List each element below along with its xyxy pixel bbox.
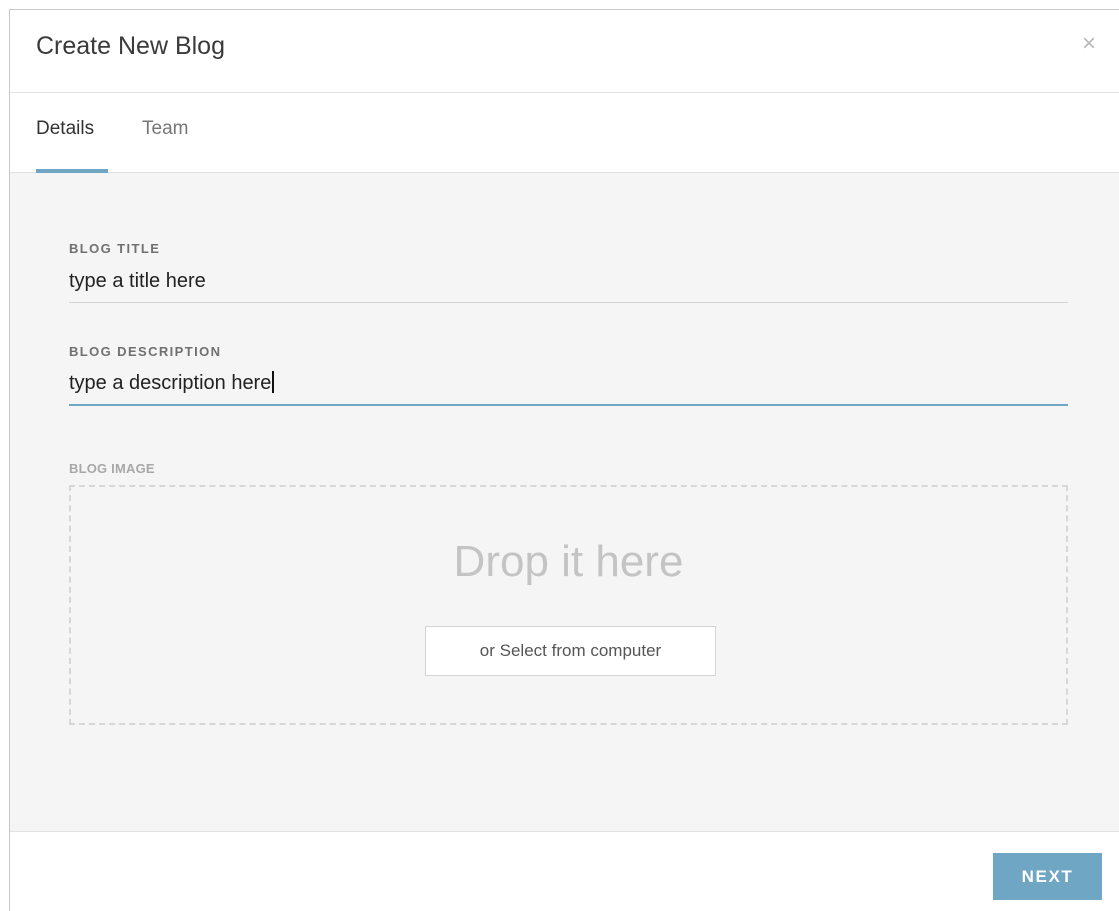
dialog-header: Create New Blog × bbox=[10, 10, 1119, 93]
image-dropzone[interactable]: Drop it here or Select from computer bbox=[69, 485, 1068, 725]
blog-image-label: BLOG IMAGE bbox=[69, 461, 155, 476]
create-blog-dialog: Create New Blog × Details Team BLOG TITL… bbox=[9, 9, 1119, 911]
tab-team[interactable]: Team bbox=[142, 118, 188, 140]
blog-description-underline bbox=[69, 404, 1068, 406]
next-button[interactable]: NEXT bbox=[993, 853, 1102, 900]
select-from-computer-button[interactable]: or Select from computer bbox=[425, 626, 716, 676]
dialog-title: Create New Blog bbox=[36, 32, 225, 60]
close-icon[interactable]: × bbox=[1079, 32, 1099, 56]
blog-description-label: BLOG DESCRIPTION bbox=[69, 344, 222, 359]
blog-title-underline bbox=[69, 302, 1068, 303]
blog-description-input[interactable]: type a description here bbox=[69, 371, 275, 395]
form-body: BLOG TITLE type a title here BLOG DESCRI… bbox=[10, 173, 1119, 832]
blog-description-text: type a description here bbox=[69, 372, 272, 394]
blog-title-input[interactable]: type a title here bbox=[69, 270, 206, 293]
tab-bar: Details Team bbox=[10, 93, 1119, 173]
blog-title-label: BLOG TITLE bbox=[69, 241, 161, 256]
dialog-footer: NEXT bbox=[10, 832, 1119, 911]
drop-text: Drop it here bbox=[453, 537, 684, 586]
tab-details[interactable]: Details bbox=[36, 118, 94, 140]
text-caret bbox=[272, 371, 275, 393]
